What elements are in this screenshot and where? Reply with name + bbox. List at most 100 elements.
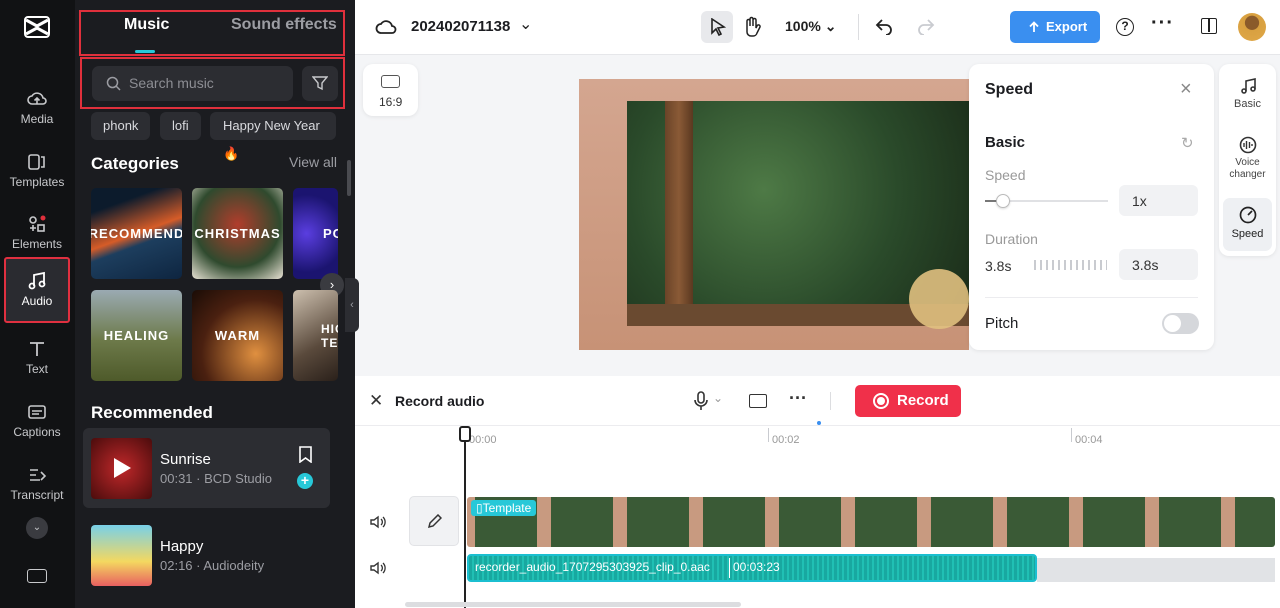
- ratio-label: 16:9: [379, 95, 403, 109]
- speaker-icon[interactable]: [370, 515, 386, 529]
- chevron-left-icon: ‹: [350, 299, 354, 311]
- speed-panel: Speed × Basic ↻ Speed 1x Duration 3.8s 3…: [969, 64, 1214, 350]
- search-input[interactable]: Search music: [92, 66, 293, 101]
- category-pop[interactable]: PO: [293, 188, 338, 279]
- chip-label: Happy New Year: [223, 118, 320, 133]
- divider: [355, 425, 1280, 426]
- captions-icon[interactable]: [749, 394, 767, 408]
- view-all-link[interactable]: View all: [289, 154, 337, 170]
- rail-collapse-button[interactable]: ⌄: [26, 517, 48, 539]
- bookmark-icon[interactable]: [299, 446, 312, 463]
- right-tab-voice-changer[interactable]: Voice changer: [1219, 132, 1276, 188]
- reset-icon[interactable]: ↻: [1181, 134, 1194, 152]
- timeline-scrollbar[interactable]: [405, 602, 741, 607]
- zoom-value: 100%: [785, 18, 821, 34]
- rail-text[interactable]: Text: [4, 330, 70, 390]
- chevron-down-icon[interactable]: ⌄: [519, 14, 532, 34]
- speedometer-icon: [1239, 206, 1256, 224]
- rail-audio[interactable]: Audio: [4, 257, 70, 323]
- time-ruler[interactable]: 00:00 00:02 00:04: [465, 428, 1280, 448]
- speed-slider-thumb[interactable]: [996, 194, 1011, 208]
- rail-label: Text: [25, 362, 48, 376]
- filter-icon: [312, 76, 328, 91]
- captions-icon: [28, 405, 46, 419]
- speed-value-field[interactable]: 1x: [1119, 185, 1198, 216]
- rail-media[interactable]: Media: [4, 80, 70, 140]
- rail-elements[interactable]: Elements: [4, 205, 70, 265]
- project-name[interactable]: 202402071138: [411, 18, 510, 35]
- speaker-icon[interactable]: [370, 561, 386, 575]
- chevron-down-icon: ⌄: [824, 18, 837, 34]
- tab-sound-effects[interactable]: Sound effects: [231, 16, 337, 34]
- cloud-icon: [375, 20, 397, 34]
- help-icon[interactable]: ?: [1116, 18, 1134, 36]
- pitch-toggle[interactable]: [1162, 313, 1199, 334]
- category-healing[interactable]: HEALING: [91, 290, 182, 381]
- left-rail: Media Templates Elements Audio Text Capt…: [0, 0, 75, 608]
- layout-icon[interactable]: [1201, 18, 1217, 34]
- category-christmas[interactable]: CHRISTMAS: [192, 188, 283, 279]
- audio-clip[interactable]: recorder_audio_1707295303925_clip_0.aac …: [467, 554, 1037, 582]
- video-clip[interactable]: ▯Template: [467, 497, 1275, 547]
- zoom-select[interactable]: 100% ⌄: [785, 18, 836, 35]
- add-track-button[interactable]: +: [297, 473, 313, 489]
- panel-collapse-handle[interactable]: ‹: [345, 278, 359, 332]
- tick: [1071, 428, 1072, 442]
- category-recommend[interactable]: RECOMMEND: [91, 188, 182, 279]
- undo-icon[interactable]: [875, 17, 895, 35]
- tab-music[interactable]: Music: [124, 16, 169, 34]
- fire-icon: 🔥: [223, 146, 240, 161]
- more-icon[interactable]: ···: [1151, 12, 1174, 35]
- upload-icon: [1029, 21, 1039, 32]
- duration-arrow: [1034, 260, 1107, 270]
- rail-label: Templates: [9, 175, 65, 189]
- right-tab-label: Basic: [1234, 98, 1261, 110]
- track-meta: 00:31 · BCD Studio: [160, 471, 273, 486]
- search-icon: [106, 76, 121, 91]
- video-preview[interactable]: [579, 79, 969, 350]
- tab-indicator: [135, 50, 155, 53]
- avatar[interactable]: [1238, 13, 1266, 41]
- rail-transcript[interactable]: Transcript: [4, 456, 70, 516]
- track-title: Happy: [160, 538, 204, 555]
- close-icon[interactable]: ×: [1180, 78, 1192, 101]
- chip-happy-new-year[interactable]: Happy New Year 🔥: [210, 112, 336, 161]
- keyboard-icon[interactable]: [27, 569, 47, 583]
- chevron-down-icon: ⌄: [713, 391, 724, 405]
- aspect-ratio-button[interactable]: 16:9: [363, 64, 418, 116]
- microphone-select[interactable]: ⌄: [693, 391, 729, 411]
- track-meta: 02:16 · Audiodeity: [160, 558, 265, 573]
- template-badge: ▯Template: [471, 500, 537, 516]
- edit-cover-button[interactable]: [409, 496, 459, 546]
- chip-lofi[interactable]: lofi: [160, 112, 201, 140]
- export-button[interactable]: Export: [1010, 11, 1100, 43]
- filter-button[interactable]: [302, 66, 338, 101]
- duration-value-field[interactable]: 3.8s: [1119, 249, 1198, 280]
- audio-clip-name: recorder_audio_1707295303925_clip_0.aac: [475, 560, 710, 574]
- categories-title: Categories: [91, 154, 179, 173]
- tick: [768, 428, 769, 442]
- chip-phonk[interactable]: phonk: [91, 112, 151, 140]
- track-item-happy[interactable]: Happy 02:16 · Audiodeity: [83, 517, 330, 597]
- divider: [985, 297, 1198, 298]
- divider: [858, 14, 859, 40]
- more-icon[interactable]: ···: [789, 388, 807, 409]
- close-icon[interactable]: ✕: [369, 391, 383, 411]
- hand-icon[interactable]: [742, 16, 762, 37]
- playhead-line: [464, 440, 466, 608]
- redo-icon[interactable]: [915, 17, 935, 35]
- select-tool-button[interactable]: [701, 11, 733, 43]
- rail-captions[interactable]: Captions: [4, 393, 70, 453]
- play-icon[interactable]: [112, 457, 132, 479]
- right-tab-basic[interactable]: Basic: [1219, 70, 1276, 120]
- record-icon: [873, 393, 889, 409]
- record-button[interactable]: Record: [855, 385, 961, 417]
- rail-templates[interactable]: Templates: [4, 143, 70, 203]
- text-icon: [30, 342, 44, 356]
- track-item-sunrise[interactable]: Sunrise 00:31 · BCD Studio +: [83, 428, 330, 508]
- category-hig-tem[interactable]: HIG TEM: [293, 290, 338, 381]
- panel-scrollbar[interactable]: [347, 160, 351, 196]
- right-tab-speed[interactable]: Speed: [1223, 198, 1272, 251]
- category-warm[interactable]: WARM: [192, 290, 283, 381]
- speed-slider[interactable]: [985, 194, 1108, 208]
